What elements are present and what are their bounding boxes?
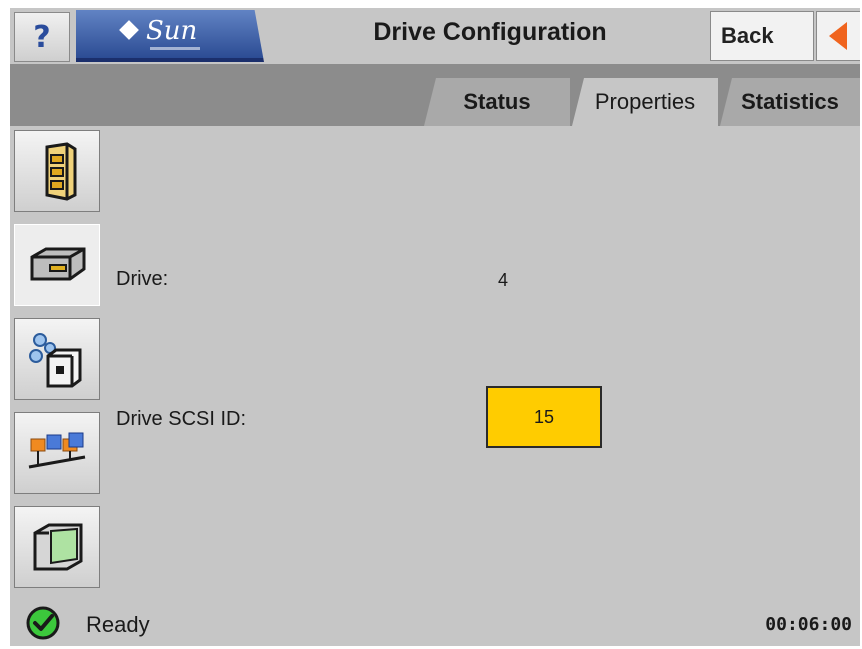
status-clock: 00:06:00	[765, 614, 852, 635]
back-button-label: Back	[721, 23, 774, 48]
drive-label: Drive:	[116, 268, 169, 290]
app-window: ? Sun Drive Configuration Back Status Pr…	[10, 8, 860, 646]
check-circle-icon	[26, 606, 60, 640]
sun-logo: Sun	[76, 10, 264, 62]
status-bar: Ready 00:06:00	[10, 598, 860, 646]
tab-properties[interactable]: Properties	[572, 78, 718, 126]
scsi-id-label: Drive SCSI ID:	[116, 408, 247, 430]
tab-statistics-label: Statistics	[741, 89, 839, 114]
back-button[interactable]: Back	[710, 11, 814, 61]
logo-underline	[150, 47, 200, 50]
tab-status[interactable]: Status	[424, 78, 570, 126]
media-cartridge-icon	[29, 333, 82, 388]
scsi-id-field[interactable]: 15	[486, 386, 602, 448]
tab-statistics[interactable]: Statistics	[720, 78, 860, 126]
logo-diamond-icon	[119, 20, 139, 40]
nav-library-button[interactable]	[14, 130, 100, 212]
nav-drive-button[interactable]	[14, 224, 100, 306]
tab-status-label: Status	[463, 89, 531, 114]
display-panel-icon	[33, 523, 83, 571]
library-cabinet-icon	[45, 142, 77, 201]
tape-drive-icon	[30, 247, 86, 281]
help-button[interactable]: ?	[14, 12, 70, 62]
nav-network-button[interactable]	[14, 412, 100, 494]
drive-value: 4	[498, 270, 509, 290]
back-arrow-button[interactable]	[816, 11, 860, 61]
logo-text: Sun	[146, 16, 198, 46]
page-title: Drive Configuration	[373, 18, 607, 46]
status-text: Ready	[86, 612, 150, 637]
tab-properties-label: Properties	[594, 89, 696, 114]
nav-media-button[interactable]	[14, 318, 100, 400]
nav-display-button[interactable]	[14, 506, 100, 588]
back-arrow-icon	[829, 22, 847, 50]
help-icon: ?	[33, 19, 51, 55]
network-connection-icon	[28, 432, 86, 469]
scsi-id-value: 15	[533, 406, 555, 427]
